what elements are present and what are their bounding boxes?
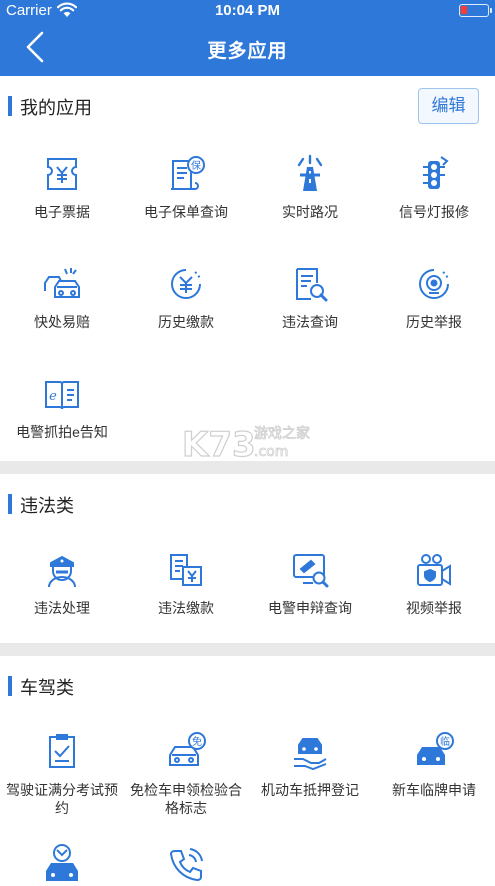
k73-watermark-logo: K73 游戏之家 .com	[181, 424, 310, 464]
page-title: 更多应用	[207, 41, 288, 62]
app-item-camera-notice[interactable]: e 电警抓拍e告知	[0, 373, 124, 441]
app-item-appeal-query[interactable]: 电警申辩查询	[248, 549, 372, 617]
inspection-exempt-icon: 免	[169, 732, 206, 766]
video-report-icon	[417, 554, 451, 586]
app-label: 电警抓拍e告知	[16, 424, 108, 440]
app-item-signal-repair[interactable]: 信号灯报修	[372, 153, 495, 221]
police-icon	[48, 555, 76, 588]
app-item-vehicle-service[interactable]	[0, 843, 124, 886]
app-label: 机动车抵押登记	[261, 782, 359, 798]
status-bar: Carrier 10:04 PM	[0, 0, 495, 22]
section-marker	[8, 494, 12, 514]
app-label: 违法处理	[34, 600, 90, 616]
app-label: 电子保单查询	[144, 204, 228, 220]
app-label: 驾驶证满分考试预约	[6, 782, 118, 816]
mortgage-icon	[294, 738, 327, 771]
app-label: 电警申辩查询	[268, 600, 352, 616]
app-item-exam-booking[interactable]: 驾驶证满分考试预约	[0, 731, 124, 817]
app-item-payment-history[interactable]: 历史缴款	[124, 263, 248, 331]
policy-icon: 保	[171, 156, 205, 190]
svg-text:免: 免	[192, 735, 202, 748]
car-accident-icon	[44, 268, 80, 298]
app-label: 违法缴款	[158, 600, 214, 616]
app-item-mortgage[interactable]: 机动车抵押登记	[248, 731, 372, 799]
app-label: 实时路况	[282, 204, 338, 220]
app-item-phone[interactable]	[124, 843, 248, 886]
phone-icon	[169, 848, 203, 882]
app-label: 违法查询	[282, 314, 338, 330]
app-item-video-report[interactable]: 视频举报	[372, 549, 495, 617]
edit-button[interactable]: 编辑	[418, 88, 479, 124]
app-item-e-ticket[interactable]: 电子票据	[0, 153, 124, 221]
exam-booking-icon	[49, 734, 75, 768]
section-header: 车驾类	[0, 656, 495, 716]
app-item-temp-plate[interactable]: 临 新车临牌申请	[372, 731, 495, 799]
violation-search-icon	[296, 268, 328, 302]
app-item-fine-payment[interactable]: 违法缴款	[124, 549, 248, 617]
violation-section: 违法类 违法处理 违法缴款 电警申辩查询 视频举报	[0, 474, 495, 643]
app-item-inspection-exempt[interactable]: 免 免检车申领检验合格标志	[124, 731, 248, 817]
svg-text:临: 临	[440, 735, 450, 748]
app-item-policy-query[interactable]: 保 电子保单查询	[124, 153, 248, 221]
temp-plate-icon: 临	[417, 732, 454, 765]
camera-notice-icon: e	[45, 381, 79, 410]
road-icon	[297, 154, 323, 191]
ticket-icon	[47, 158, 77, 190]
my-apps-section: 我的应用 编辑 电子票据 保 电子保单查询 实时路况 信号灯报修 快处易赔 历史…	[0, 76, 495, 461]
section-header: 我的应用 编辑	[0, 76, 495, 136]
payment-history-icon	[171, 269, 201, 299]
fine-payment-icon	[170, 554, 202, 586]
app-item-quick-claim[interactable]: 快处易赔	[0, 263, 124, 331]
app-label: 电子票据	[34, 204, 90, 220]
svg-text:K73: K73	[182, 425, 256, 464]
app-item-violation-handle[interactable]: 违法处理	[0, 549, 124, 617]
svg-text:游戏之家: 游戏之家	[254, 425, 310, 442]
app-label: 历史举报	[406, 314, 462, 330]
section-title: 我的应用	[20, 98, 92, 118]
vehicle-service-icon	[46, 844, 78, 881]
app-label: 信号灯报修	[399, 204, 469, 220]
appeal-search-icon	[293, 554, 329, 588]
app-item-violation-query[interactable]: 违法查询	[248, 263, 372, 331]
back-icon[interactable]	[22, 30, 48, 64]
section-marker	[8, 676, 12, 696]
section-title: 车驾类	[20, 678, 74, 698]
app-label: 免检车申领检验合格标志	[130, 782, 242, 816]
section-header: 违法类	[0, 474, 495, 534]
app-label: 快处易赔	[34, 314, 90, 330]
svg-text:.com: .com	[254, 444, 288, 460]
traffic-light-icon	[423, 156, 449, 189]
section-title: 违法类	[20, 496, 74, 516]
svg-text:e: e	[49, 389, 57, 404]
app-label: 历史缴款	[158, 314, 214, 330]
app-label: 视频举报	[406, 600, 462, 616]
driving-section: 车驾类 驾驶证满分考试预约 免 免检车申领检验合格标志 机动车抵押登记 临 新车…	[0, 656, 495, 886]
battery-icon	[459, 4, 492, 17]
app-item-report-history[interactable]: 历史举报	[372, 263, 495, 331]
clock: 10:04 PM	[214, 2, 281, 19]
section-marker	[8, 96, 12, 116]
report-history-icon	[419, 269, 449, 299]
navigation-header: Carrier 10:04 PM 更多应用	[0, 0, 495, 76]
app-label: 新车临牌申请	[392, 782, 476, 798]
svg-text:保: 保	[191, 159, 201, 172]
app-item-traffic[interactable]: 实时路况	[248, 153, 372, 221]
